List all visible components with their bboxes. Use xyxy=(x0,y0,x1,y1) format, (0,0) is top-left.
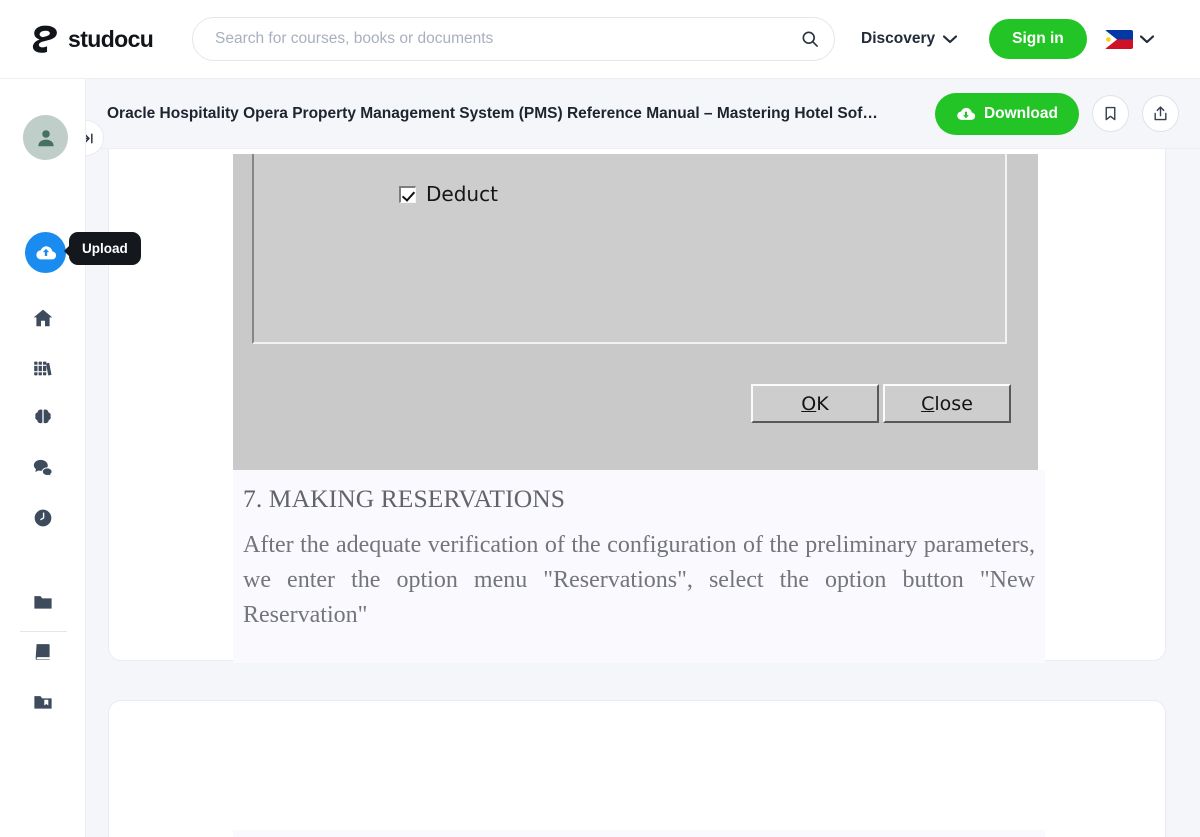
document-text-block: 7. MAKING RESERVATIONS After the adequat… xyxy=(233,470,1045,663)
cloud-download-icon xyxy=(957,107,976,120)
sidebar-item-saved[interactable] xyxy=(31,690,55,714)
brain-icon xyxy=(35,409,51,427)
search-input[interactable] xyxy=(215,30,800,48)
document-viewer[interactable]: Deduct OK Close 7. MAKING RESERVATIONS A… xyxy=(86,149,1200,837)
avatar[interactable] xyxy=(23,115,68,160)
chat-bubbles-icon xyxy=(33,459,53,478)
document-header-bar: Oracle Hospitality Opera Property Manage… xyxy=(68,79,1200,156)
studocu-logo-text: studocu xyxy=(68,25,154,52)
dialog-group-panel: Deduct xyxy=(252,154,1007,344)
left-sidebar-rail: Upload xyxy=(0,79,141,837)
search-icon[interactable] xyxy=(800,29,820,49)
sidebar-item-books[interactable] xyxy=(31,640,55,664)
share-icon xyxy=(1154,106,1167,121)
deduct-label: Deduct xyxy=(426,182,498,206)
section-paragraph: After the adequate verification of the c… xyxy=(243,532,1035,628)
dialog-ok-button[interactable]: OK xyxy=(751,384,879,423)
studocu-logo-icon xyxy=(32,25,57,53)
dialog-close-button[interactable]: Close xyxy=(883,384,1011,423)
sidebar-item-ask-ai[interactable] xyxy=(31,456,55,480)
download-button[interactable]: Download xyxy=(934,92,1079,135)
close-accel: C xyxy=(921,392,935,415)
sidebar-item-ai-quiz[interactable] xyxy=(31,406,55,430)
person-icon xyxy=(37,129,54,146)
bookmark-button[interactable] xyxy=(1092,95,1129,132)
clock-icon xyxy=(34,509,52,527)
folder-bookmark-icon xyxy=(34,696,52,709)
book-icon xyxy=(35,644,50,660)
cloud-upload-icon xyxy=(35,245,56,259)
sign-in-button[interactable]: Sign in xyxy=(989,19,1087,59)
ok-accel: O xyxy=(801,392,817,415)
discovery-menu[interactable]: Discovery xyxy=(861,30,958,48)
deduct-checkbox-row[interactable]: Deduct xyxy=(399,182,498,206)
home-icon xyxy=(33,309,53,327)
upload-tooltip: Upload xyxy=(64,232,141,265)
close-rest: lose xyxy=(934,392,973,415)
document-page: Deduct OK Close 7. MAKING RESERVATIONS A… xyxy=(108,149,1166,663)
sidebar-item-recent[interactable] xyxy=(31,506,55,530)
sidebar-divider xyxy=(20,631,67,632)
document-title: Oracle Hospitality Opera Property Manage… xyxy=(107,104,878,122)
discovery-label: Discovery xyxy=(861,30,936,47)
sidebar-item-folders[interactable] xyxy=(31,590,55,614)
books-icon xyxy=(33,361,52,376)
global-search-box[interactable] xyxy=(192,17,835,61)
ok-rest: K xyxy=(816,392,829,415)
chevron-down-icon xyxy=(943,34,958,43)
figure-windows-dialog: Deduct OK Close xyxy=(233,154,1038,470)
philippines-flag-icon xyxy=(1104,29,1133,49)
download-label: Download xyxy=(983,104,1058,122)
studocu-logo[interactable]: studocu xyxy=(32,25,168,53)
deduct-checkbox[interactable] xyxy=(399,185,416,203)
top-navigation-bar: studocu Discovery Sign in xyxy=(0,0,1200,79)
sidebar-item-my-library[interactable] xyxy=(31,356,55,380)
next-page-paragraph: In the "Profile Search" we can search fo… xyxy=(233,830,1045,837)
document-page: In the "Profile Search" we can search fo… xyxy=(108,700,1166,837)
bookmark-icon xyxy=(1105,106,1116,121)
document-text-block: In the "Profile Search" we can search fo… xyxy=(233,830,1045,837)
sidebar-item-home[interactable] xyxy=(31,306,55,330)
section-heading: 7. MAKING RESERVATIONS xyxy=(243,484,566,513)
chevron-down-icon xyxy=(1139,34,1154,43)
locale-selector[interactable] xyxy=(1104,29,1154,49)
sidebar-item-upload[interactable] xyxy=(25,232,66,273)
folder-icon xyxy=(34,596,52,609)
share-button[interactable] xyxy=(1142,95,1179,132)
